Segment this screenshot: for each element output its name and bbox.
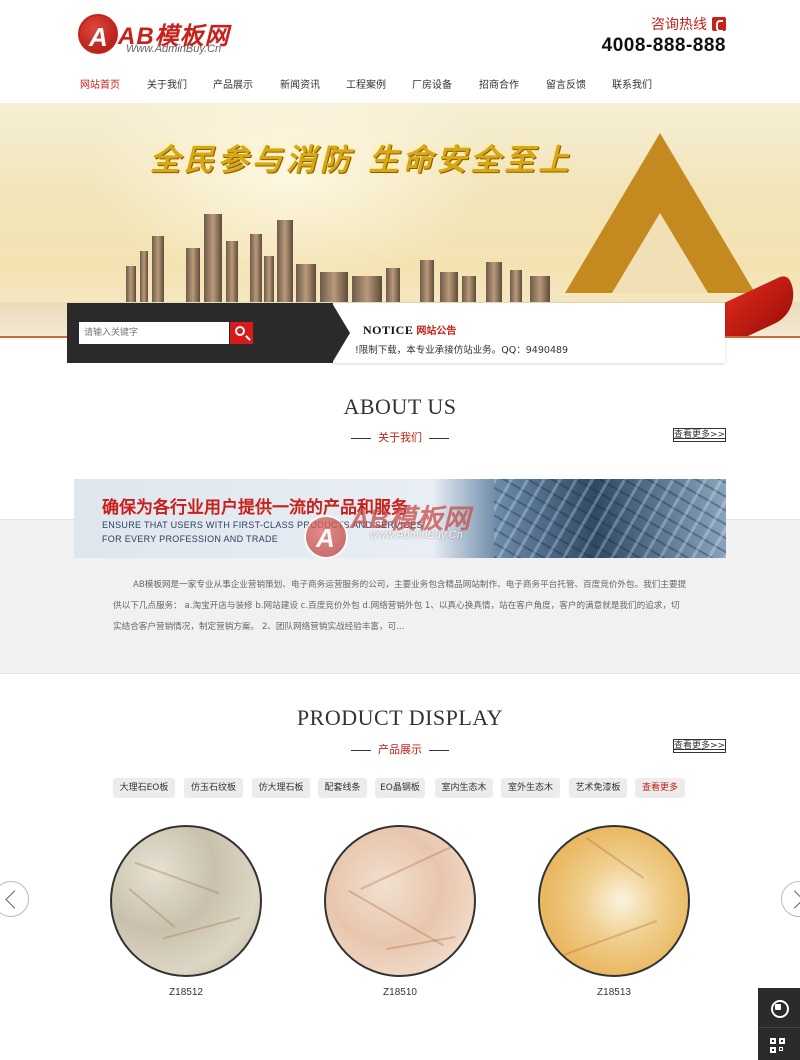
nav-item-news[interactable]: 新闻资讯 <box>280 76 320 91</box>
site-logo[interactable]: A AB模板网 Www.AdminBuy.Cn <box>78 14 248 58</box>
hotline-label: 咨询热线 <box>651 17 707 33</box>
watermark-url: www.AdminBuy.Cn <box>370 529 463 541</box>
product-image[interactable] <box>110 825 262 977</box>
watermark-logo: A AB模板网 www.AdminBuy.Cn <box>304 495 504 563</box>
hotline-number: 4008-888-888 <box>601 35 726 56</box>
nav-item-equipment[interactable]: 厂房设备 <box>412 76 452 91</box>
product-card[interactable]: Z18512 <box>110 825 262 998</box>
about-title: ABOUT US <box>343 394 457 419</box>
logo-mark-icon: A <box>78 14 118 54</box>
page: A AB模板网 Www.AdminBuy.Cn 咨询热线 4008-888-88… <box>0 0 800 1060</box>
nav-item-products[interactable]: 产品展示 <box>213 76 253 91</box>
category-tag[interactable]: 室外生态木 <box>501 778 560 798</box>
about-more-button[interactable]: 查看更多>> <box>673 428 726 442</box>
product-name[interactable]: Z18512 <box>110 987 262 998</box>
category-tag[interactable]: 大理石EO板 <box>113 778 175 798</box>
product-name[interactable]: Z18510 <box>324 987 476 998</box>
category-tag[interactable]: 仿玉石纹板 <box>184 778 243 798</box>
nav-item-about[interactable]: 关于我们 <box>147 76 187 91</box>
product-category-tags: 大理石EO板 仿玉石纹板 仿大理石板 配套线条 EO晶钢板 室内生态木 室外生态… <box>113 778 713 800</box>
category-tag[interactable]: 配套线条 <box>318 778 367 798</box>
category-tag-more[interactable]: 查看更多 <box>635 778 685 798</box>
category-tag[interactable]: EO晶钢板 <box>375 778 425 798</box>
phone-icon <box>712 17 726 32</box>
search-icon <box>235 326 245 336</box>
logo-url: Www.AdminBuy.Cn <box>126 43 222 55</box>
nav-item-contact[interactable]: 联系我们 <box>612 76 652 91</box>
about-text: AB模板网是一家专业从事企业营销策划、电子商务运营服务的公司，主要业务包含精品网… <box>113 580 687 632</box>
nav-item-home[interactable]: 网站首页 <box>80 76 120 91</box>
search-input[interactable] <box>79 322 229 344</box>
notice-panel: NOTICE 网站公告 !限制下载，本专业承接仿站业务。QQ：9490489 <box>332 303 725 363</box>
products-more-button[interactable]: 查看更多>> <box>673 739 726 753</box>
products-title: PRODUCT DISPLAY <box>296 705 504 730</box>
notice-title-cn: 网站公告 <box>416 326 457 337</box>
product-card[interactable]: Z18510 <box>324 825 476 998</box>
search-button[interactable] <box>230 322 253 344</box>
nav-item-feedback[interactable]: 留言反馈 <box>546 76 586 91</box>
banner-slogan: 全民参与消防 生命安全至上 <box>150 143 573 178</box>
notice-title: NOTICE 网站公告 <box>363 319 456 338</box>
carousel-next-button[interactable] <box>781 881 800 917</box>
category-tag[interactable]: 仿大理石板 <box>252 778 310 798</box>
notice-title-en: NOTICE <box>363 323 414 337</box>
hotline: 咨询热线 4008-888-888 <box>602 14 726 57</box>
product-image[interactable] <box>538 825 690 977</box>
product-name[interactable]: Z18513 <box>538 987 690 998</box>
main-nav: 网站首页 关于我们 产品展示 新闻资讯 工程案例 厂房设备 招商合作 留言反馈 … <box>70 76 730 98</box>
notice-tab-shape <box>332 303 350 363</box>
product-image[interactable] <box>324 825 476 977</box>
site-header: A AB模板网 Www.AdminBuy.Cn 咨询热线 4008-888-88… <box>0 0 800 70</box>
product-card[interactable]: Z18513 <box>538 825 690 998</box>
carousel-prev-button[interactable] <box>0 881 29 917</box>
phone-consult-icon[interactable] <box>758 988 800 1028</box>
watermark-mark-icon: A <box>304 515 348 559</box>
category-tag[interactable]: 室内生态木 <box>435 778 493 798</box>
about-banner-en-line2: FOR EVERY PROFESSION AND TRADE <box>102 534 279 544</box>
floating-toolbar <box>758 988 800 1060</box>
nav-item-cases[interactable]: 工程案例 <box>346 76 386 91</box>
notice-text[interactable]: !限制下载，本专业承接仿站业务。QQ：9490489 <box>355 342 715 356</box>
nav-item-franchise[interactable]: 招商合作 <box>479 76 519 91</box>
category-tag[interactable]: 艺术免漆板 <box>569 778 627 798</box>
search-box <box>67 303 333 363</box>
qr-code-icon[interactable] <box>770 1038 786 1054</box>
